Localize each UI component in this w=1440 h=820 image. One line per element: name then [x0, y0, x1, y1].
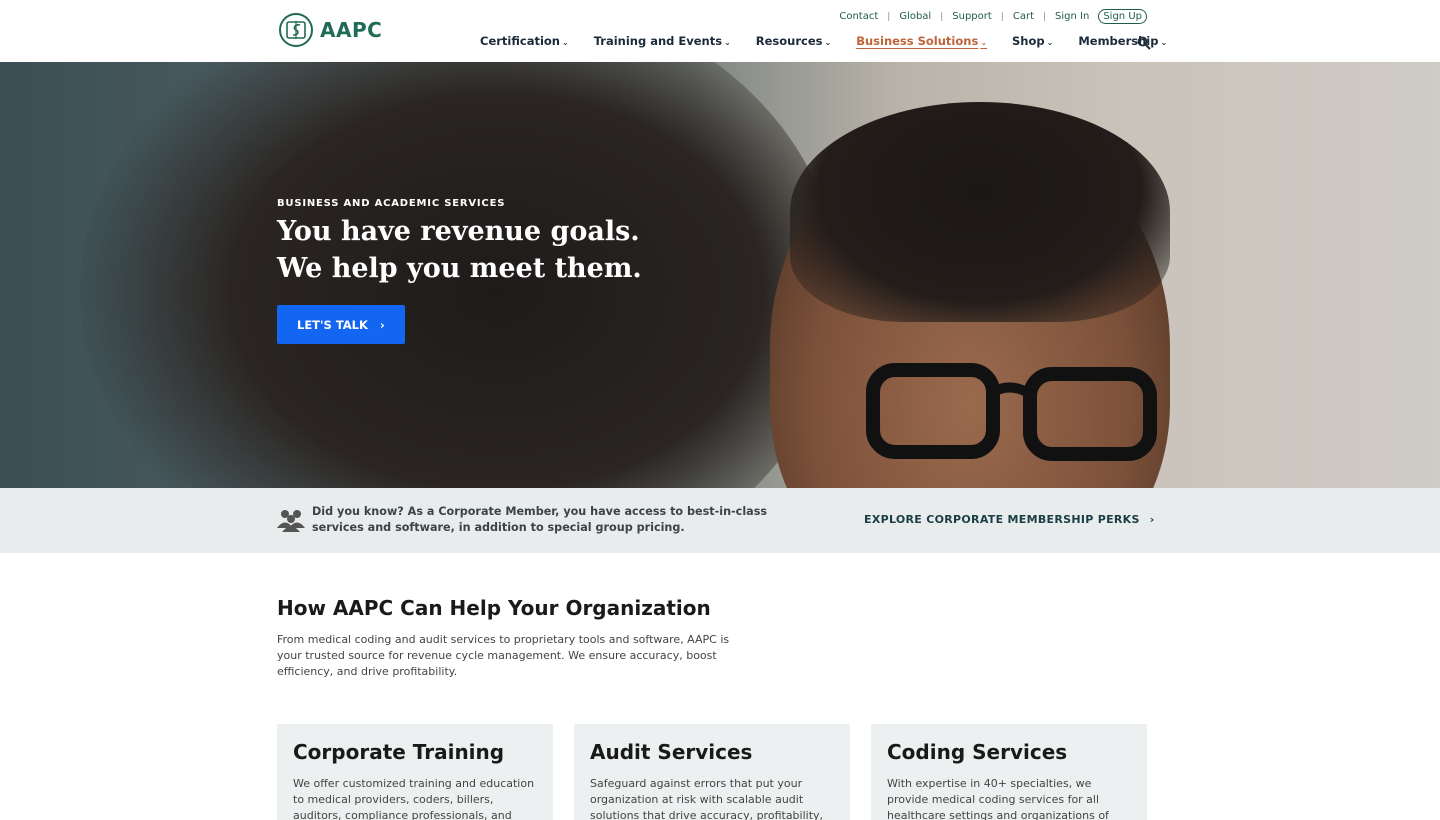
nav-training-and-events[interactable]: Training and Events ⌄	[594, 34, 731, 48]
global-link[interactable]: Global	[899, 11, 931, 22]
group-users-icon	[277, 510, 305, 532]
hero-headline-line: You have revenue goals.	[277, 216, 640, 247]
aapc-logo[interactable]: AAPC	[278, 12, 382, 48]
chevron-down-icon: ⌄	[561, 37, 569, 47]
hero-photo-glasses	[866, 363, 1157, 461]
cta-label: LET'S TALK	[297, 317, 368, 332]
hero-banner: BUSINESS AND ACADEMIC SERVICES You have …	[0, 62, 1440, 488]
banner-text: Did you know? As a Corporate Member, you…	[312, 505, 768, 534]
hero-eyebrow: BUSINESS AND ACADEMIC SERVICES	[277, 198, 506, 209]
service-card-audit-services[interactable]: Audit Services Safeguard against errors …	[574, 724, 850, 820]
service-card-coding-services[interactable]: Coding Services With expertise in 40+ sp…	[871, 724, 1147, 820]
nav-membership[interactable]: Membership ⌄	[1078, 34, 1167, 48]
card-title: Coding Services	[887, 740, 1068, 764]
chevron-right-icon: ›	[1149, 513, 1155, 526]
banner-link-label: EXPLORE CORPORATE MEMBERSHIP PERKS	[864, 513, 1140, 526]
chevron-down-icon: ⌄	[980, 37, 988, 47]
separator: |	[940, 11, 944, 22]
section-description: From medical coding and audit services t…	[277, 633, 730, 678]
section-title: How AAPC Can Help Your Organization	[277, 596, 711, 620]
sign-in-link[interactable]: Sign In	[1055, 11, 1089, 22]
chevron-down-icon: ⌄	[824, 37, 832, 47]
support-link[interactable]: Support	[952, 11, 992, 22]
main-nav: Certification ⌄ Training and Events ⌄ Reso…	[480, 34, 1192, 48]
cart-link[interactable]: Cart	[1013, 11, 1034, 22]
explore-corporate-perks-link[interactable]: EXPLORE CORPORATE MEMBERSHIP PERKS ›	[864, 513, 1155, 526]
card-description: With expertise in 40+ specialties, we pr…	[887, 777, 1109, 820]
aapc-logo-icon	[279, 13, 313, 47]
chevron-down-icon: ⌄	[1046, 37, 1054, 47]
chevron-down-icon: ⌄	[1160, 37, 1168, 47]
separator: |	[887, 11, 891, 22]
nav-label: Resources	[755, 34, 823, 48]
site-header: AAPC Contact | Global | Support | Cart |…	[0, 0, 1440, 62]
contact-link[interactable]: Contact	[839, 11, 878, 22]
nav-label: Certification	[480, 34, 560, 48]
chevron-right-icon: ›	[379, 317, 385, 332]
service-card-corporate-training[interactable]: Corporate Training We offer customized t…	[277, 724, 553, 820]
separator: |	[1043, 11, 1047, 22]
card-title: Audit Services	[590, 740, 753, 764]
card-title: Corporate Training	[293, 740, 505, 764]
logo-text: AAPC	[320, 18, 383, 42]
nav-label: Business Solutions	[856, 34, 979, 48]
card-description: Safeguard against errors that put your o…	[590, 777, 824, 820]
nav-resources[interactable]: Resources ⌄	[756, 34, 831, 48]
hero-headline-line: We help you meet them.	[277, 253, 642, 284]
hero-content: BUSINESS AND ACADEMIC SERVICES You have …	[277, 198, 642, 287]
nav-label: Training and Events	[593, 34, 723, 48]
separator: |	[1000, 11, 1004, 22]
nav-shop[interactable]: Shop ⌄	[1012, 34, 1053, 48]
utility-nav: Contact | Global | Support | Cart | Sign…	[839, 9, 1147, 24]
card-description: We offer customized training and educati…	[293, 777, 535, 820]
lets-talk-button[interactable]: LET'S TALK ›	[277, 305, 405, 344]
chevron-down-icon: ⌄	[724, 37, 731, 47]
hero-photo-hair	[790, 102, 1170, 322]
search-icon[interactable]	[1137, 36, 1151, 50]
nav-label: Shop	[1012, 34, 1045, 48]
nav-certification[interactable]: Certification ⌄	[480, 34, 569, 48]
nav-business-solutions[interactable]: Business Solutions ⌄	[856, 34, 987, 48]
sign-up-button[interactable]: Sign Up	[1098, 9, 1147, 24]
hero-headline: You have revenue goals. We help you meet…	[277, 213, 642, 287]
